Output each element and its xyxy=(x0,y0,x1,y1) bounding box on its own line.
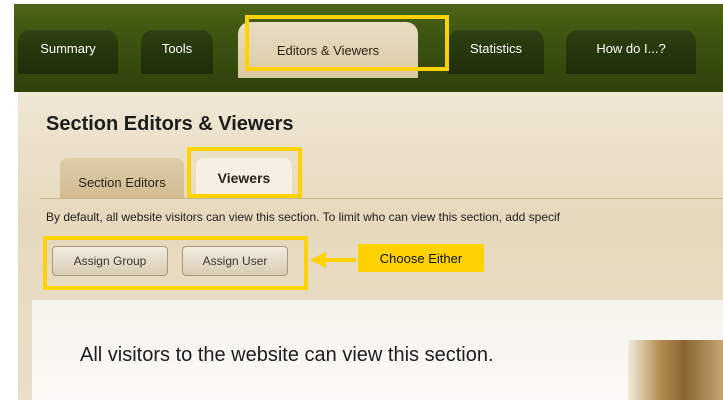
decorative-image xyxy=(628,340,723,400)
content-message: All visitors to the website can view thi… xyxy=(80,344,494,366)
tab-statistics[interactable]: Statistics xyxy=(448,30,544,74)
info-text: By default, all website visitors can vie… xyxy=(46,210,561,224)
subtab-section-editors[interactable]: Section Editors xyxy=(60,158,184,198)
arrow-left-icon xyxy=(310,252,326,268)
divider xyxy=(40,198,723,199)
tab-tools[interactable]: Tools xyxy=(141,30,213,74)
arrow-shaft xyxy=(326,258,356,262)
page-title: Section Editors & Viewers xyxy=(46,113,294,135)
highlight-box-viewers-tab xyxy=(187,147,302,198)
highlight-box-buttons xyxy=(43,236,308,290)
callout-label: Choose Either xyxy=(358,244,484,272)
highlight-box-editors-tab xyxy=(245,15,449,71)
tab-how-do-i[interactable]: How do I...? xyxy=(566,30,696,74)
tab-summary[interactable]: Summary xyxy=(18,30,118,74)
